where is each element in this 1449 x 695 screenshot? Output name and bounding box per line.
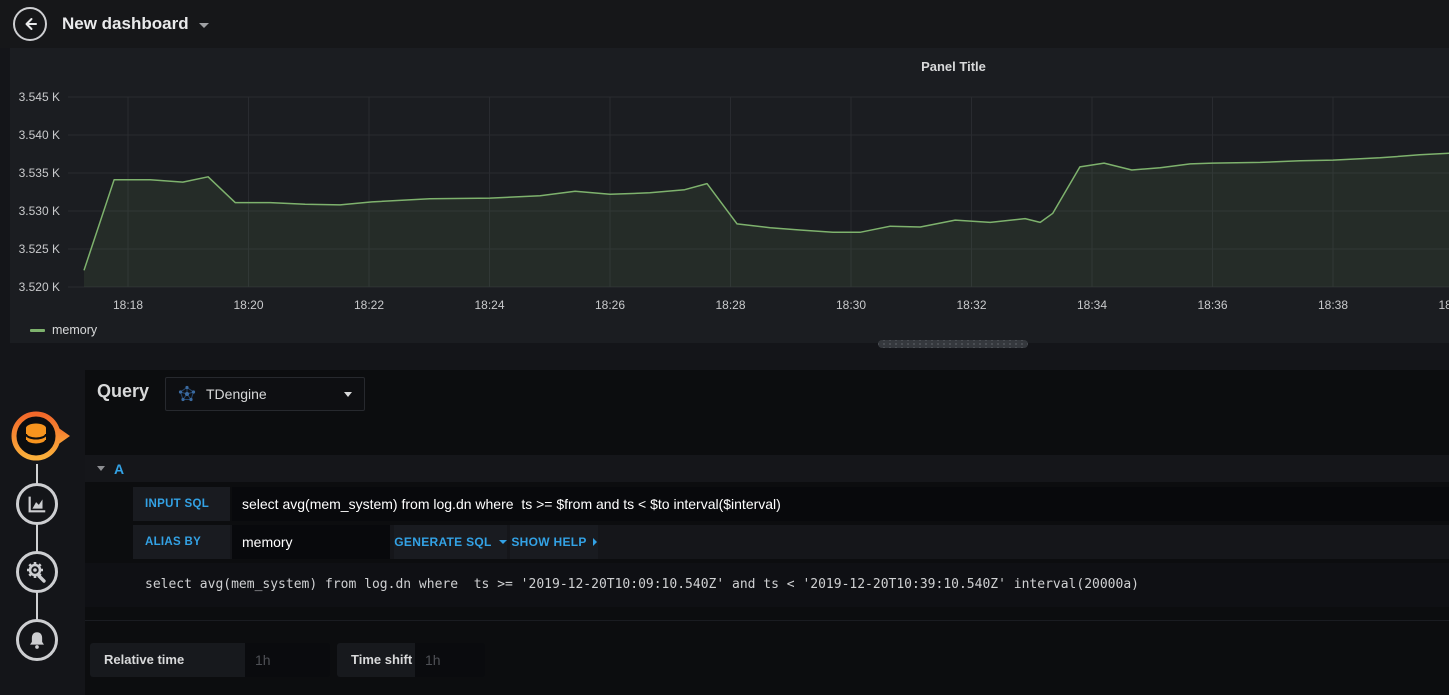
panel-resize-handle[interactable] [878, 340, 1028, 348]
chevron-down-icon [198, 23, 209, 28]
gear-icon [27, 562, 46, 583]
svg-text:18:22: 18:22 [354, 298, 384, 312]
show-help-label: SHOW HELP [511, 535, 587, 549]
datasource-select[interactable]: TDengine [165, 377, 365, 411]
legend-label: memory [52, 323, 98, 337]
legend-item-memory[interactable]: memory [30, 323, 97, 337]
tab-visualization[interactable] [16, 483, 58, 525]
svg-text:18:18: 18:18 [113, 298, 143, 312]
back-button[interactable] [13, 7, 47, 41]
show-help-button[interactable]: SHOW HELP [510, 525, 598, 559]
time-shift-group: Time shift [337, 643, 485, 677]
area-chart-icon [28, 496, 46, 513]
svg-text:18:20: 18:20 [233, 298, 263, 312]
grafana-panel-editor: New dashboard 3.545 K 3.540 K 3.535 K 3.530… [0, 0, 1449, 695]
generate-sql-label: GENERATE SQL [394, 535, 492, 549]
time-series-chart[interactable]: 3.545 K 3.540 K 3.535 K 3.530 K 3.525 K 3.520… [10, 48, 1449, 343]
tab-queries[interactable] [10, 407, 72, 470]
top-bar: New dashboard [0, 0, 1449, 48]
svg-text:18:30: 18:30 [836, 298, 866, 312]
generate-sql-button[interactable]: GENERATE SQL [394, 525, 507, 559]
svg-text:3.530 K: 3.530 K [19, 204, 60, 218]
svg-text:18:28: 18:28 [715, 298, 745, 312]
datasource-name: TDengine [206, 386, 267, 402]
collapse-caret-icon [97, 466, 105, 471]
tab-alert[interactable] [16, 619, 58, 661]
svg-text:18:36: 18:36 [1197, 298, 1227, 312]
time-shift-label: Time shift [337, 643, 415, 677]
chevron-down-icon [344, 391, 352, 397]
arrow-left-icon [25, 18, 37, 30]
svg-text:18:26: 18:26 [595, 298, 625, 312]
alias-by-field[interactable] [232, 525, 390, 559]
rail-connector [36, 524, 38, 552]
alias-by-row: ALIAS BY GENERATE SQL SHOW HELP [133, 525, 1449, 559]
bell-icon [30, 632, 44, 649]
dashboard-title: New dashboard [62, 14, 189, 33]
svg-text:18:38: 18:38 [1318, 298, 1348, 312]
time-shift-input[interactable] [415, 643, 485, 677]
query-ref-id: A [114, 460, 125, 477]
svg-text:18:34: 18:34 [1077, 298, 1107, 312]
svg-text:3.545 K: 3.545 K [19, 90, 60, 104]
input-sql-label: INPUT SQL [133, 487, 230, 521]
svg-text:3.525 K: 3.525 K [19, 242, 60, 256]
svg-text:3.535 K: 3.535 K [19, 166, 60, 180]
chevron-right-icon [592, 538, 597, 546]
input-sql-field[interactable] [232, 487, 1449, 521]
svg-text:3.540 K: 3.540 K [19, 128, 60, 142]
svg-text:18:24: 18:24 [474, 298, 504, 312]
relative-time-label: Relative time [90, 643, 245, 677]
tdengine-logo-icon [178, 385, 196, 402]
svg-text:18:32: 18:32 [956, 298, 986, 312]
series-color-dash [30, 328, 45, 332]
dashboard-title-dropdown[interactable]: New dashboard [62, 0, 209, 48]
tab-general-settings[interactable] [16, 551, 58, 593]
alias-by-label: ALIAS BY [133, 525, 230, 559]
query-section-label: Query [97, 381, 150, 401]
query-editor: Query TDengine A INPUT SQL select avg(me… [85, 370, 1449, 695]
svg-text:18:40: 18:40 [1438, 298, 1449, 312]
relative-time-input[interactable] [245, 643, 330, 677]
database-icon [11, 411, 70, 461]
input-sql-row: INPUT SQL [133, 487, 1449, 521]
query-row-header[interactable]: A [85, 455, 1449, 482]
svg-text:3.520 K: 3.520 K [19, 280, 60, 294]
section-divider [85, 620, 1449, 621]
generated-sql-preview: select avg(mem_system) from log.dn where… [85, 563, 1449, 607]
graph-panel: 3.545 K 3.540 K 3.535 K 3.530 K 3.525 K 3.520… [10, 48, 1449, 348]
chevron-down-icon [498, 540, 507, 544]
relative-time-group: Relative time [90, 643, 330, 677]
rail-connector [36, 592, 38, 620]
panel-title[interactable]: Panel Title [10, 59, 1449, 74]
